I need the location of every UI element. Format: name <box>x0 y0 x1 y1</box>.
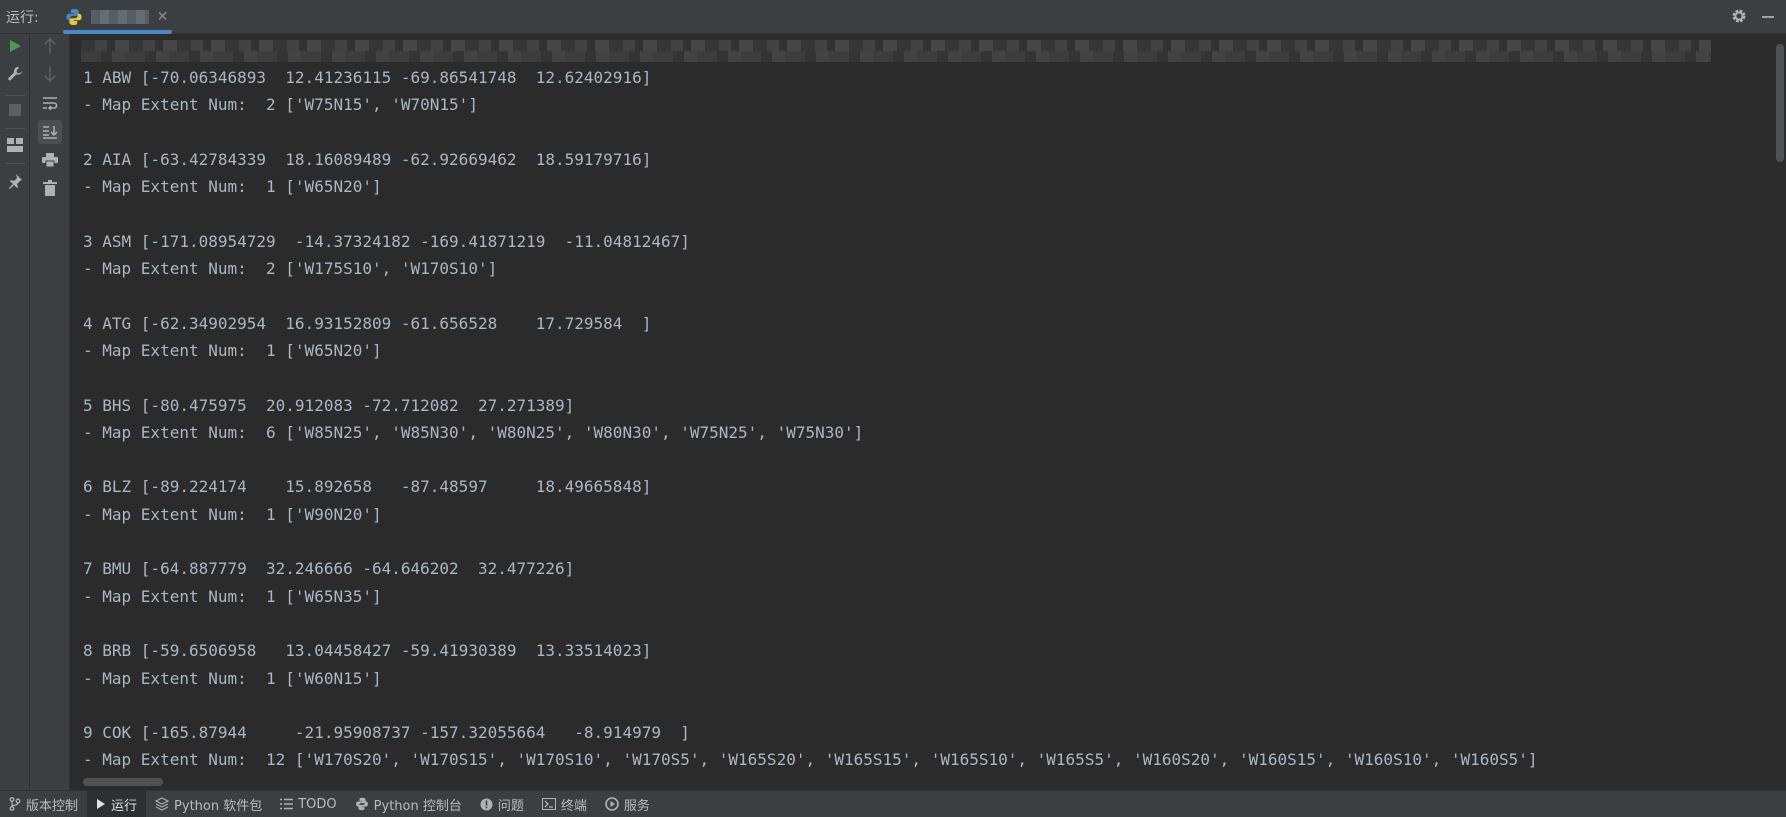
tab-services[interactable]: 服务 <box>596 791 659 817</box>
run-icon <box>96 798 106 810</box>
tab-terminal[interactable]: 终端 <box>533 791 596 817</box>
console-line: - Map Extent Num: 2 ['W175S10', 'W170S10… <box>83 259 498 279</box>
console-line: 9 COK [-165.87944 -21.95908737 -157.3205… <box>83 723 690 743</box>
run-label: 运行: <box>6 9 39 26</box>
list-icon <box>280 798 294 810</box>
toolbar-separator <box>5 128 25 129</box>
horizontal-scroll-thumb[interactable] <box>83 778 163 786</box>
gear-icon[interactable] <box>1730 7 1748 29</box>
console-line: 1 ABW [-70.06346893 12.41236115 -69.8654… <box>83 68 652 87</box>
console-line: 4 ATG [-62.34902954 16.93152809 -61.6565… <box>83 313 652 333</box>
run-actions-toolbar <box>0 34 30 790</box>
tab-label: 终端 <box>560 798 587 814</box>
tab-label: 版本控制 <box>26 798 79 814</box>
console-text: 1 ABW [-70.06346893 12.41236115 -69.8654… <box>83 64 1538 774</box>
console-line: 2 AIA [-63.42784339 18.16089489 -62.9266… <box>83 149 652 169</box>
redacted-command-line <box>81 40 1711 62</box>
run-icon[interactable] <box>3 34 27 58</box>
python-icon <box>355 797 369 811</box>
console-line: 5 BHS [-80.475975 20.912083 -72.712082 2… <box>83 395 575 415</box>
console-line: - Map Extent Num: 2 ['W75N15', 'W70N15'] <box>83 95 478 115</box>
vertical-scroll-thumb[interactable] <box>1776 44 1784 162</box>
wrench-icon[interactable] <box>3 62 27 86</box>
warning-icon <box>480 798 493 811</box>
tab-version-control[interactable]: 版本控制 <box>0 791 87 817</box>
trash-icon[interactable] <box>38 176 62 200</box>
tab-title-redacted <box>90 9 149 24</box>
minimize-icon[interactable] <box>1762 16 1774 18</box>
active-tab-indicator <box>62 29 173 34</box>
arrow-down-icon[interactable] <box>38 62 62 86</box>
vertical-scrollbar[interactable] <box>1774 34 1786 790</box>
tab-run[interactable]: 运行 <box>87 791 147 817</box>
console-line: - Map Extent Num: 1 ['W60N15'] <box>83 668 382 688</box>
close-icon[interactable]: ✕ <box>157 9 169 25</box>
tab-todo[interactable]: TODO <box>271 791 345 817</box>
soft-wrap-icon[interactable] <box>38 91 62 115</box>
console-line: 7 BMU [-64.887779 32.246666 -64.646202 3… <box>83 559 575 579</box>
arrow-up-icon[interactable] <box>38 34 62 58</box>
console-output[interactable]: 1 ABW [-70.06346893 12.41236115 -69.8654… <box>70 34 1774 790</box>
toolbar-separator <box>5 163 25 164</box>
layout-icon[interactable] <box>3 133 27 157</box>
tab-label: 问题 <box>497 798 524 814</box>
toolbar-separator <box>5 95 25 96</box>
run-tool-window-header: 运行: ✕ <box>0 0 1786 34</box>
stop-icon[interactable] <box>3 98 27 122</box>
tab-problems[interactable]: 问题 <box>471 791 533 817</box>
services-icon <box>605 797 619 811</box>
python-icon <box>65 8 83 26</box>
tab-label: 服务 <box>623 798 650 814</box>
console-line: - Map Extent Num: 1 ['W90N20'] <box>83 504 382 524</box>
tab-python-console[interactable]: Python 控制台 <box>346 791 471 817</box>
console-line: - Map Extent Num: 1 ['W65N20'] <box>83 340 382 360</box>
console-line: 3 ASM [-171.08954729 -14.37324182 -169.4… <box>83 231 690 251</box>
console-actions-toolbar <box>30 34 70 790</box>
packages-icon <box>155 797 170 811</box>
console-line: - Map Extent Num: 1 ['W65N35'] <box>83 586 382 606</box>
pin-icon[interactable] <box>3 169 27 193</box>
scroll-to-end-icon[interactable] <box>38 120 62 144</box>
tab-label: TODO <box>298 796 337 812</box>
tab-label: Python 软件包 <box>174 798 263 814</box>
print-icon[interactable] <box>38 148 62 172</box>
console-line: 8 BRB [-59.6506958 13.04458427 -59.41930… <box>83 641 652 661</box>
tab-python-packages[interactable]: Python 软件包 <box>146 791 271 817</box>
console-line: 6 BLZ [-89.224174 15.892658 -87.48597 18… <box>83 477 652 497</box>
tool-window-bar: 版本控制 运行 Python 软件包 TODO Python 控制台 问题 终端… <box>0 790 1786 817</box>
tab-label: Python 控制台 <box>373 798 462 814</box>
tab-label: 运行 <box>111 798 138 814</box>
run-config-tab[interactable]: ✕ <box>49 0 179 34</box>
console-line: - Map Extent Num: 6 ['W85N25', 'W85N30',… <box>83 422 864 442</box>
branch-icon <box>9 797 21 811</box>
terminal-icon <box>541 798 556 810</box>
console-line: - Map Extent Num: 1 ['W65N20'] <box>83 177 382 197</box>
console-line: - Map Extent Num: 12 ['W170S20', 'W170S1… <box>83 750 1538 770</box>
